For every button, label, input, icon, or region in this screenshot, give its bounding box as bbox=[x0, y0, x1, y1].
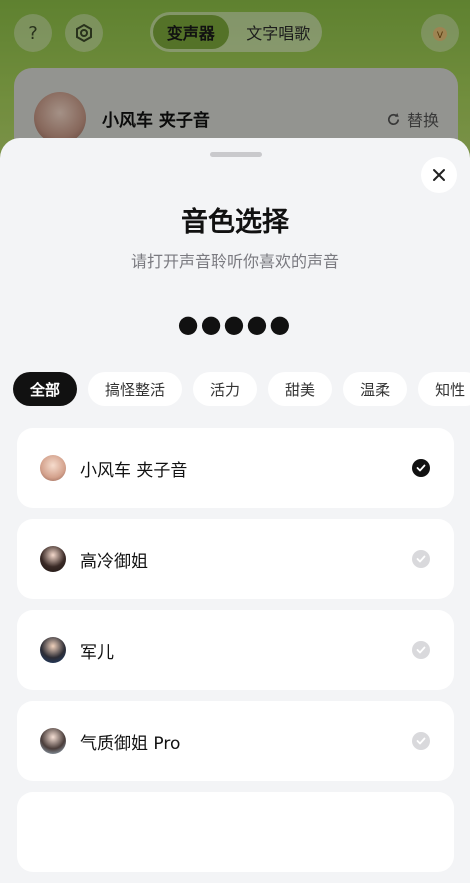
unselected-check-icon bbox=[412, 550, 430, 568]
category-energetic[interactable]: 活力 bbox=[193, 372, 258, 406]
close-icon bbox=[433, 169, 445, 181]
category-gentle[interactable]: 温柔 bbox=[343, 372, 408, 406]
voice-avatar bbox=[40, 546, 66, 572]
voice-name: 小风车 夹子音 bbox=[80, 460, 188, 481]
sheet-grabber[interactable] bbox=[210, 152, 262, 157]
voice-item[interactable]: 小风车 夹子音 bbox=[17, 428, 454, 508]
unselected-check-icon bbox=[412, 732, 430, 750]
selected-check-icon bbox=[412, 459, 430, 477]
unselected-check-icon bbox=[412, 641, 430, 659]
voice-avatar bbox=[40, 455, 66, 481]
voice-avatar bbox=[40, 637, 66, 663]
voice-avatar bbox=[40, 728, 66, 754]
voice-name: 气质御姐 Pro bbox=[80, 733, 181, 754]
category-sweet[interactable]: 甜美 bbox=[268, 372, 333, 406]
category-funny[interactable]: 搞怪整活 bbox=[88, 372, 183, 406]
category-tabs: 全部 搞怪整活 活力 甜美 温柔 知性 bbox=[13, 372, 470, 406]
sound-indicator: ●●●●● bbox=[177, 310, 293, 338]
sheet-subtitle: 请打开声音聆听你喜欢的声音 bbox=[130, 252, 339, 271]
voice-name: 军儿 bbox=[80, 642, 114, 663]
voice-name: 高冷御姐 bbox=[80, 551, 148, 572]
voice-item[interactable]: 高冷御姐 bbox=[17, 519, 454, 599]
voice-selection-sheet: 音色选择 请打开声音聆听你喜欢的声音 ●●●●● 全部 搞怪整活 活力 甜美 温… bbox=[0, 138, 470, 872]
voice-item-partial[interactable] bbox=[17, 792, 454, 872]
close-button[interactable] bbox=[421, 157, 457, 193]
category-all[interactable]: 全部 bbox=[13, 372, 78, 406]
category-intellectual[interactable]: 知性 bbox=[418, 372, 470, 406]
voice-item[interactable]: 军儿 bbox=[17, 610, 454, 690]
voice-item[interactable]: 气质御姐 Pro bbox=[17, 701, 454, 781]
sheet-title: 音色选择 bbox=[181, 207, 289, 238]
voice-list: 小风车 夹子音 高冷御姐 军儿 气质御姐 Pro bbox=[17, 428, 454, 883]
